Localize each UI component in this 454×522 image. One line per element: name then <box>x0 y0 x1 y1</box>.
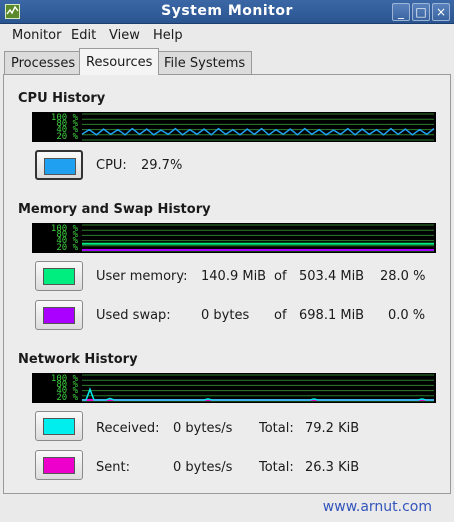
tab-file-systems[interactable]: File Systems <box>157 51 253 75</box>
received-total: 79.2 KiB <box>305 421 360 436</box>
menu-view-label: View <box>109 28 140 43</box>
user-memory-color-button[interactable] <box>35 261 83 291</box>
cpu-value: 29.7% <box>141 158 183 173</box>
used-swap-of: of <box>274 308 287 323</box>
minimize-button[interactable]: _ <box>392 3 410 21</box>
received-total-label: Total: <box>259 421 294 436</box>
used-swap-label: Used swap: <box>96 308 171 323</box>
user-memory-label: User memory: <box>96 269 188 284</box>
resources-panel: CPU History 100 % 80 % 40 % 20 % CPU: 29.7%… <box>3 74 451 494</box>
network-tick-label: 20 % <box>56 393 78 403</box>
memory-history-title: Memory and Swap History <box>18 202 211 217</box>
watermark-text: www.arnut.com <box>322 499 432 515</box>
tab-processes[interactable]: Processes <box>4 51 83 75</box>
menu-edit[interactable]: Edit <box>71 28 96 43</box>
tab-bar: Processes Resources File Systems <box>0 48 454 75</box>
memory-tick-label: 20 % <box>56 243 78 253</box>
user-memory-percent: 28.0 % <box>380 269 426 284</box>
cpu-label: CPU: <box>96 158 127 173</box>
used-swap-color-button[interactable] <box>35 300 83 330</box>
menu-help-label: Help <box>153 28 183 43</box>
menu-monitor-label: Monitor <box>12 28 62 43</box>
sent-rate: 0 bytes/s <box>173 460 233 475</box>
user-memory-used: 140.9 MiB <box>201 269 267 284</box>
cpu-history-graph: 100 % 80 % 40 % 20 % <box>32 112 436 142</box>
used-swap-percent: 0.0 % <box>388 308 426 323</box>
menu-edit-label: Edit <box>71 28 97 43</box>
user-memory-total: 503.4 MiB <box>299 269 365 284</box>
user-memory-of: of <box>274 269 287 284</box>
sent-total: 26.3 KiB <box>305 460 360 475</box>
memory-history-graph: 100 % 80 % 40 % 20 % <box>32 223 436 253</box>
received-color-swatch <box>43 418 75 435</box>
cpu-color-swatch <box>44 158 76 175</box>
menu-monitor[interactable]: Monitor <box>12 28 61 43</box>
network-history-title: Network History <box>18 352 138 367</box>
menu-view[interactable]: View <box>109 28 140 43</box>
window-title: System Monitor <box>161 3 293 19</box>
tab-resources[interactable]: Resources <box>79 48 160 75</box>
title-bar[interactable]: System Monitor _ □ × <box>0 0 454 24</box>
used-swap-total: 698.1 MiB <box>299 308 365 323</box>
status-bar: www.arnut.com <box>0 494 454 522</box>
used-swap-used: 0 bytes <box>201 308 250 323</box>
received-label: Received: <box>96 421 160 436</box>
received-color-button[interactable] <box>35 411 83 441</box>
received-rate: 0 bytes/s <box>173 421 233 436</box>
used-swap-color-swatch <box>43 307 75 324</box>
sent-color-button[interactable] <box>35 450 83 480</box>
cpu-history-title: CPU History <box>18 91 106 106</box>
maximize-button[interactable]: □ <box>412 3 430 21</box>
menu-bar: Monitor Edit View Help <box>0 24 454 48</box>
sent-label: Sent: <box>96 460 130 475</box>
sent-color-swatch <box>43 457 75 474</box>
cpu-tick-label: 20 % <box>56 132 78 142</box>
close-button[interactable]: × <box>432 3 450 21</box>
sent-total-label: Total: <box>259 460 294 475</box>
cpu-color-button[interactable] <box>35 150 83 180</box>
menu-help[interactable]: Help <box>153 28 183 43</box>
user-memory-color-swatch <box>43 268 75 285</box>
network-history-graph: 100 % 80 % 40 % 20 % <box>32 373 436 403</box>
